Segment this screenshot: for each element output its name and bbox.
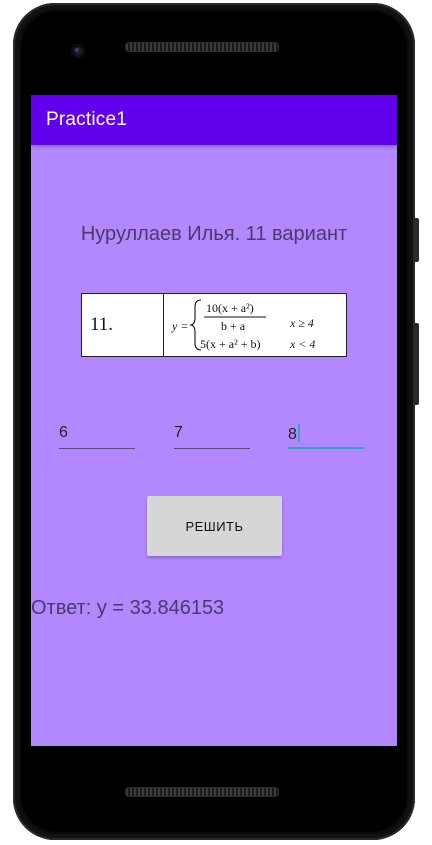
- case2-condition: x < 4: [289, 337, 315, 351]
- answer-text: Ответ: y = 33.846153: [31, 597, 225, 619]
- formula-lhs: y =: [171, 319, 188, 333]
- bottom-speaker: [125, 787, 279, 797]
- case1-condition: x ≥ 4: [289, 316, 314, 330]
- power-button: [415, 218, 419, 262]
- app-bar: Practice1: [31, 95, 397, 145]
- volume-button: [415, 323, 419, 405]
- input-x-value: 8: [288, 426, 297, 443]
- case1-numerator: 10(x + a²): [206, 301, 254, 315]
- input-a-value: 6: [59, 424, 68, 441]
- text-cursor: [297, 424, 300, 442]
- input-b-value: 7: [174, 424, 183, 441]
- solve-button[interactable]: РЕШИТЬ: [147, 496, 282, 556]
- input-b[interactable]: 7: [174, 421, 250, 449]
- front-camera-icon: [71, 44, 85, 58]
- app-screen: Practice1 Нуруллаев Илья. 11 вариант 11.…: [31, 95, 397, 746]
- case1-denominator: b + a: [221, 319, 246, 333]
- case2-expression: 5(x + a² + b): [200, 337, 260, 351]
- app-title: Practice1: [46, 109, 128, 130]
- input-a[interactable]: 6: [59, 421, 135, 449]
- student-heading: Нуруллаев Илья. 11 вариант: [80, 223, 348, 245]
- formula-number: 11.: [82, 294, 164, 356]
- top-speaker: [125, 42, 279, 52]
- formula-body: y = 10(x + a²) b + a x ≥ 4 5(x + a² + b)…: [164, 294, 346, 356]
- input-x[interactable]: 8: [288, 421, 364, 449]
- formula-image: 11. y = 10(x + a²) b + a x ≥ 4 5(x + a² …: [81, 293, 347, 357]
